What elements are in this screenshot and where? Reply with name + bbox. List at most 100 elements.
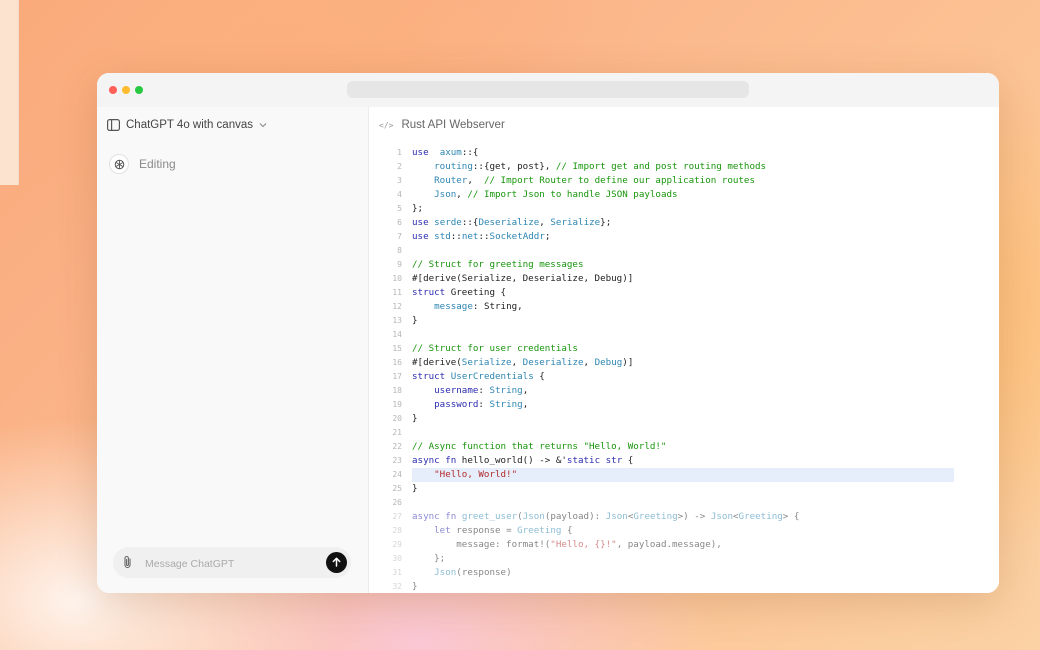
code-token: :: (478, 231, 490, 242)
paperclip-icon[interactable] (122, 555, 133, 574)
code-token: message: format!( (412, 539, 551, 550)
code-line[interactable]: 4 Json, // Import Json to handle JSON pa… (369, 188, 999, 202)
line-number: 3 (397, 176, 402, 185)
send-button[interactable] (326, 552, 347, 573)
code-text: // Struct for greeting messages (412, 258, 583, 272)
code-token: #[derive( (412, 357, 462, 368)
code-line[interactable]: 16 #[derive(Serialize, Deserialize, Debug… (369, 356, 999, 370)
code-line[interactable]: 10 #[derive(Serialize, Deserialize, Debug… (369, 272, 999, 286)
code-token: // Import Router to define our applicati… (483, 175, 755, 186)
code-token: , (456, 189, 468, 200)
code-line[interactable]: 15 // Struct for user credentials (369, 342, 999, 356)
code-line[interactable]: 25} (369, 482, 999, 496)
code-token: Json (605, 511, 628, 522)
code-token: { (533, 371, 545, 382)
code-line[interactable]: 1 use axum::{ (369, 146, 999, 160)
address-bar[interactable] (347, 81, 749, 98)
code-line[interactable]: 7 use std::net::SocketAddr; (369, 230, 999, 244)
code-line[interactable]: 17 struct UserCredentials { (369, 370, 999, 384)
code-line[interactable]: 8 (369, 244, 999, 258)
code-line[interactable]: 12 message: String, (369, 300, 999, 314)
line-number: 5 (397, 204, 402, 213)
code-line[interactable]: 21 (369, 426, 999, 440)
code-token: username (434, 385, 479, 396)
code-line[interactable]: 29 message: format!("Hello, {}!", payloa… (369, 538, 999, 552)
close-window-button[interactable] (109, 86, 117, 94)
code-line[interactable]: 24 "Hello, World!" (369, 468, 999, 482)
code-editor[interactable]: 1 use axum::{2 routing::{get, post}, // I… (369, 146, 999, 593)
chat-sidebar: ChatGPT 4o with canvas Editing (97, 107, 369, 593)
code-token: // Async function that returns "Hello, W… (412, 441, 667, 452)
maximize-window-button[interactable] (135, 86, 143, 94)
message-input[interactable] (143, 554, 317, 573)
model-selector[interactable]: ChatGPT 4o with canvas (107, 119, 267, 131)
code-line[interactable]: 20} (369, 412, 999, 426)
code-token: , (467, 175, 484, 186)
code-line[interactable]: 32} (369, 580, 999, 593)
line-number: 27 (392, 512, 402, 521)
code-token: serde (434, 217, 462, 228)
code-token: async fn (412, 511, 457, 522)
canvas-title[interactable]: Rust API Webserver (401, 119, 504, 131)
code-token: } (412, 315, 418, 326)
code-token: Json (522, 511, 545, 522)
code-line[interactable]: 5}; (369, 202, 999, 216)
minimize-window-button[interactable] (122, 86, 130, 94)
code-token: , (583, 357, 595, 368)
code-line[interactable]: 27 async fn greet_user(Json(payload): Jso… (369, 510, 999, 524)
line-number: 8 (397, 246, 402, 255)
code-token: let (434, 525, 451, 536)
window-titlebar (97, 73, 999, 107)
model-label: ChatGPT 4o with canvas (126, 119, 253, 131)
line-number: 22 (392, 442, 402, 451)
code-text: password: String, (412, 398, 528, 412)
code-text: Json, // Import Json to handle JSON payl… (412, 188, 677, 202)
code-line[interactable]: 30 }; (369, 552, 999, 566)
code-line[interactable]: 14 (369, 328, 999, 342)
code-token: , (539, 217, 551, 228)
editing-label: Editing (139, 157, 176, 171)
code-token: { (561, 525, 573, 536)
chevron-down-icon[interactable] (259, 122, 267, 128)
code-line[interactable]: 19 password: String, (369, 398, 999, 412)
code-token: std (434, 231, 451, 242)
code-token: Deserialize (522, 357, 584, 368)
code-line[interactable]: 31 Json(response) (369, 566, 999, 580)
code-line[interactable]: 26 (369, 496, 999, 510)
line-number: 7 (397, 232, 402, 241)
code-line[interactable]: 6 use serde::{Deserialize, Serialize}; (369, 216, 999, 230)
code-token: Json (434, 189, 457, 200)
code-line[interactable]: 3 Router, // Import Router to define our… (369, 174, 999, 188)
code-text: use axum::{ (412, 146, 478, 160)
code-token: "Hello, World!" (434, 469, 518, 480)
code-text: async fn hello_world() -> &'static str { (412, 454, 633, 468)
code-token: , (522, 399, 529, 410)
code-text: Json(response) (412, 566, 511, 580)
code-text: #[derive(Serialize, Deserialize, Debug)] (412, 272, 633, 286)
code-token: }; (412, 203, 424, 214)
line-number: 28 (392, 526, 402, 535)
code-token: SocketAddr (489, 231, 545, 242)
code-line[interactable]: 13} (369, 314, 999, 328)
code-token: Json (710, 511, 733, 522)
code-line[interactable]: 18 username: String, (369, 384, 999, 398)
code-line[interactable]: 28 let response = Greeting { (369, 524, 999, 538)
code-token: Router (434, 175, 468, 186)
code-line[interactable]: 2 routing::{get, post}, // Import get an… (369, 160, 999, 174)
code-token: Debug (594, 357, 623, 368)
message-composer (113, 547, 351, 578)
code-line[interactable]: 22 // Async function that returns "Hello,… (369, 440, 999, 454)
code-token: } (412, 581, 418, 592)
code-text: // Async function that returns "Hello, W… (412, 440, 666, 454)
line-number: 12 (392, 302, 402, 311)
sidebar-icon[interactable] (107, 119, 120, 131)
code-line[interactable]: 9 // Struct for greeting messages (369, 258, 999, 272)
code-line[interactable]: 23 async fn hello_world() -> &'static str… (369, 454, 999, 468)
code-text: routing::{get, post}, // Import get and … (412, 160, 766, 174)
code-token: ::{ (461, 217, 479, 228)
code-token: ::{ (461, 147, 479, 158)
code-line[interactable]: 11 struct Greeting { (369, 286, 999, 300)
